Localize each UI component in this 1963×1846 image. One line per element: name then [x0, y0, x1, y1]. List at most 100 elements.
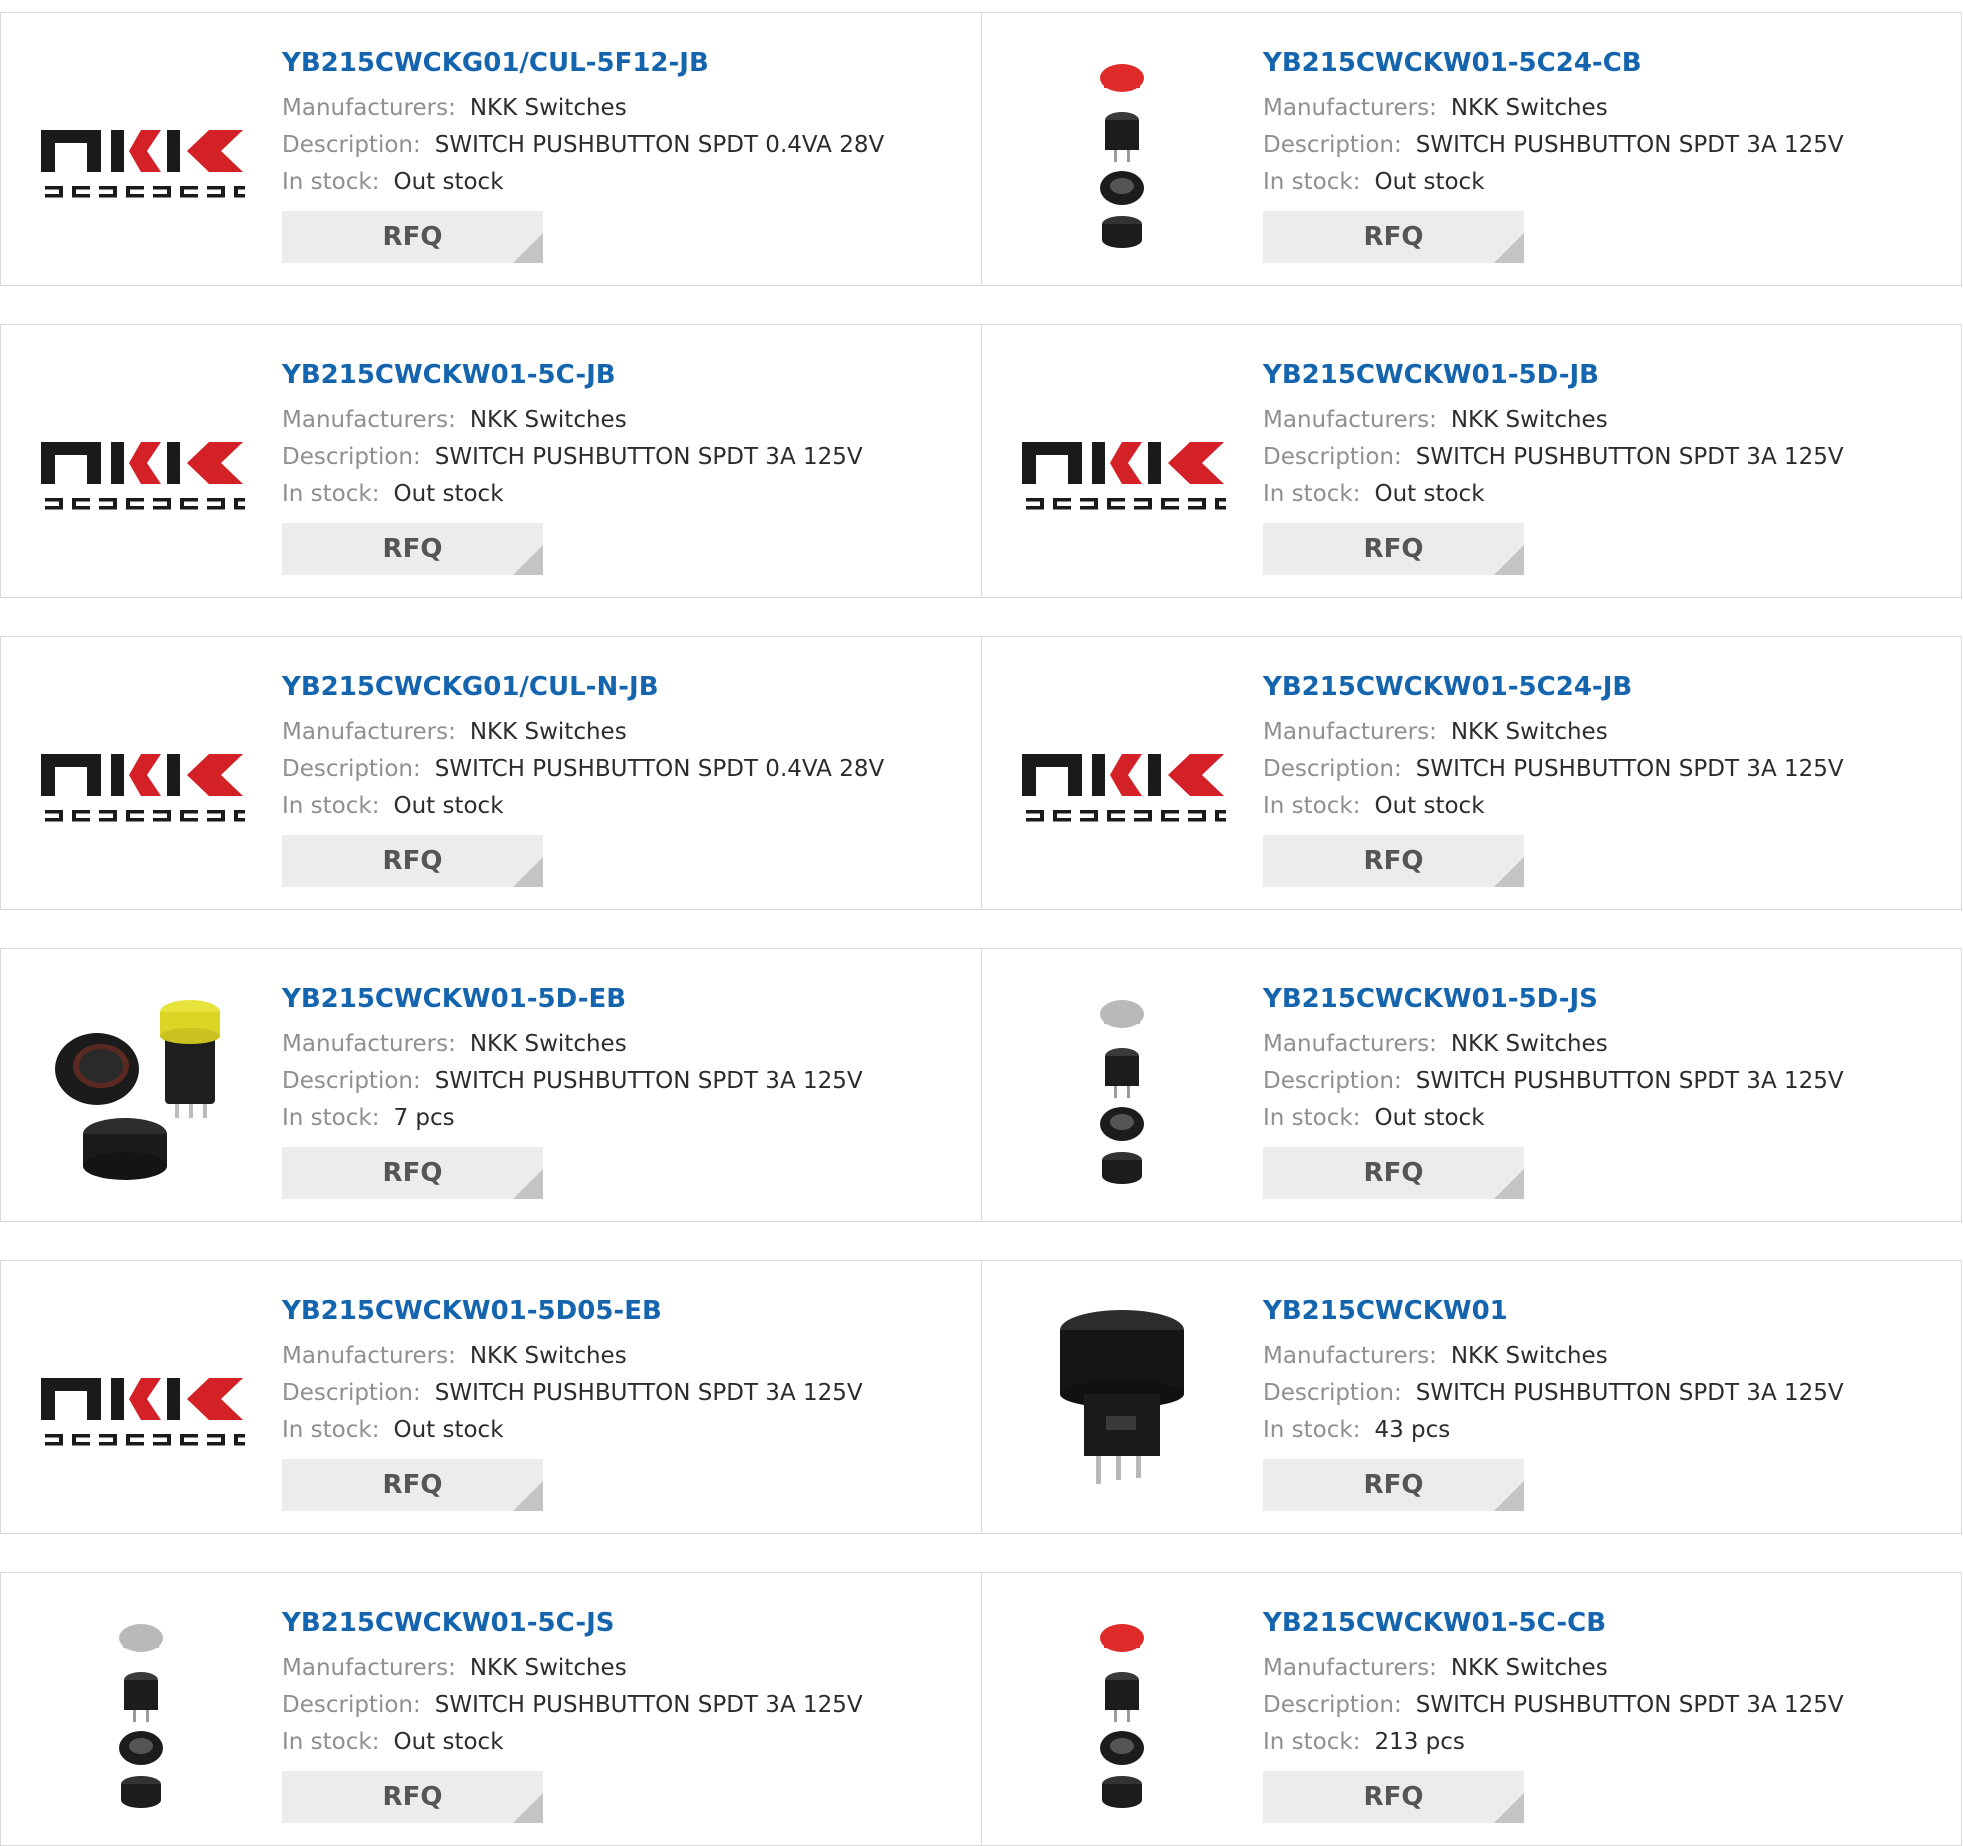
product-thumbnail[interactable] — [37, 1296, 245, 1504]
rfq-button-label: RFQ — [382, 222, 443, 252]
product-info: YB215CWCKW01-5C-JB Manufacturers: NKK Swi… — [282, 358, 971, 575]
manufacturer-value: NKK Switches — [1450, 1655, 1608, 1681]
rfq-button[interactable]: RFQ — [282, 523, 543, 575]
manufacturer-line: Manufacturers: NKK Switches — [282, 90, 971, 127]
product-part-link[interactable]: YB215CWCKW01-5D-JB — [1263, 358, 1951, 392]
product-card: YB215CWCKW01-5C24-JB Manufacturers: NKK S… — [981, 637, 1961, 909]
nkk-switches-logo — [41, 442, 245, 510]
manufacturer-label: Manufacturers: — [282, 95, 456, 121]
stock-value: Out stock — [1374, 1105, 1485, 1131]
product-part-link[interactable]: YB215CWCKW01-5C24-CB — [1263, 46, 1951, 80]
manufacturer-line: Manufacturers: NKK Switches — [282, 1338, 971, 1375]
rfq-button[interactable]: RFQ — [1263, 1459, 1524, 1511]
manufacturer-label: Manufacturers: — [282, 407, 456, 433]
rfq-button-label: RFQ — [382, 1158, 443, 1188]
nkk-switches-logo — [1022, 754, 1226, 822]
rfq-button-label: RFQ — [382, 846, 443, 876]
description-line: Description: SWITCH PUSHBUTTON SPDT 3A 12… — [1263, 1375, 1951, 1412]
manufacturer-label: Manufacturers: — [282, 1655, 456, 1681]
rfq-button[interactable]: RFQ — [1263, 1771, 1524, 1823]
stock-label: In stock: — [1263, 1105, 1361, 1131]
rfq-button[interactable]: RFQ — [282, 211, 543, 263]
rfq-corner-decoration — [513, 857, 543, 887]
rfq-button[interactable]: RFQ — [1263, 835, 1524, 887]
product-thumbnail[interactable] — [37, 1608, 245, 1816]
description-line: Description: SWITCH PUSHBUTTON SPDT 3A 12… — [282, 1375, 971, 1412]
product-row: YB215CWCKW01-5C-JS Manufacturers: NKK Swi… — [0, 1572, 1962, 1846]
manufacturer-value: NKK Switches — [1450, 719, 1608, 745]
rfq-corner-decoration — [513, 233, 543, 263]
stock-value: Out stock — [393, 169, 504, 195]
product-thumbnail[interactable] — [1018, 48, 1226, 256]
product-part-link[interactable]: YB215CWCKW01-5C-CB — [1263, 1606, 1951, 1640]
manufacturer-label: Manufacturers: — [1263, 1343, 1437, 1369]
product-thumbnail[interactable] — [37, 672, 245, 880]
manufacturer-label: Manufacturers: — [1263, 1655, 1437, 1681]
manufacturer-label: Manufacturers: — [1263, 95, 1437, 121]
manufacturer-label: Manufacturers: — [1263, 407, 1437, 433]
nkk-logo-mark — [1022, 442, 1224, 484]
stock-line: In stock: Out stock — [282, 788, 971, 825]
pushbutton-red-image — [1100, 1624, 1144, 1808]
product-thumbnail[interactable] — [1018, 672, 1226, 880]
stock-label: In stock: — [1263, 1729, 1361, 1755]
product-thumbnail[interactable] — [1018, 360, 1226, 568]
description-value: SWITCH PUSHBUTTON SPDT 3A 125V — [1415, 444, 1844, 470]
product-card: YB215CWCKW01-5D-JS Manufacturers: NKK Swi… — [981, 949, 1961, 1221]
nkk-logo-mark — [41, 1378, 243, 1420]
product-part-link[interactable]: YB215CWCKW01-5D05-EB — [282, 1294, 971, 1328]
manufacturer-line: Manufacturers: NKK Switches — [1263, 90, 1951, 127]
pushbutton-gray-image — [1100, 1000, 1144, 1184]
nkk-switches-logo — [1022, 442, 1226, 510]
manufacturer-value: NKK Switches — [469, 95, 627, 121]
pushbutton-yellow-image — [55, 1000, 220, 1180]
nkk-logo-mark — [41, 754, 243, 796]
rfq-button[interactable]: RFQ — [1263, 1147, 1524, 1199]
rfq-button[interactable]: RFQ — [282, 1147, 543, 1199]
rfq-button[interactable]: RFQ — [282, 835, 543, 887]
product-thumbnail[interactable] — [37, 48, 245, 256]
stock-label: In stock: — [1263, 1417, 1361, 1443]
stock-value: 7 pcs — [393, 1105, 455, 1131]
product-card: YB215CWCKW01-5D05-EB Manufacturers: NKK S… — [1, 1261, 981, 1533]
product-row: YB215CWCKW01-5D05-EB Manufacturers: NKK S… — [0, 1260, 1962, 1534]
product-thumbnail[interactable] — [37, 984, 245, 1192]
product-thumbnail[interactable] — [37, 360, 245, 568]
description-label: Description: — [1263, 1380, 1402, 1406]
stock-line: In stock: 43 pcs — [1263, 1412, 1951, 1449]
product-part-link[interactable]: YB215CWCKG01/CUL-5F12-JB — [282, 46, 971, 80]
description-label: Description: — [1263, 132, 1402, 158]
stock-line: In stock: Out stock — [1263, 164, 1951, 201]
manufacturer-value: NKK Switches — [1450, 1343, 1608, 1369]
product-part-link[interactable]: YB215CWCKW01 — [1263, 1294, 1951, 1328]
rfq-button[interactable]: RFQ — [282, 1771, 543, 1823]
product-info: YB215CWCKW01-5D05-EB Manufacturers: NKK S… — [282, 1294, 971, 1511]
description-value: SWITCH PUSHBUTTON SPDT 3A 125V — [1415, 1692, 1844, 1718]
product-part-link[interactable]: YB215CWCKW01-5D-EB — [282, 982, 971, 1016]
description-label: Description: — [1263, 1692, 1402, 1718]
nkk-switches-logo — [41, 1378, 245, 1446]
product-part-link[interactable]: YB215CWCKW01-5D-JS — [1263, 982, 1951, 1016]
stock-label: In stock: — [282, 1105, 380, 1131]
product-part-link[interactable]: YB215CWCKW01-5C24-JB — [1263, 670, 1951, 704]
product-part-link[interactable]: YB215CWCKW01-5C-JB — [282, 358, 971, 392]
product-thumbnail[interactable] — [1018, 1608, 1226, 1816]
stock-label: In stock: — [1263, 481, 1361, 507]
description-value: SWITCH PUSHBUTTON SPDT 3A 125V — [1415, 1380, 1844, 1406]
rfq-button[interactable]: RFQ — [282, 1459, 543, 1511]
product-part-link[interactable]: YB215CWCKW01-5C-JS — [282, 1606, 971, 1640]
nkk-logo-mark — [41, 130, 243, 172]
manufacturer-line: Manufacturers: NKK Switches — [1263, 1338, 1951, 1375]
stock-line: In stock: 7 pcs — [282, 1100, 971, 1137]
product-thumbnail[interactable] — [1018, 1296, 1226, 1504]
product-thumbnail[interactable] — [1018, 984, 1226, 1192]
manufacturer-label: Manufacturers: — [1263, 719, 1437, 745]
nkk-switches-logo — [41, 754, 245, 822]
product-part-link[interactable]: YB215CWCKG01/CUL-N-JB — [282, 670, 971, 704]
manufacturer-value: NKK Switches — [1450, 1031, 1608, 1057]
description-line: Description: SWITCH PUSHBUTTON SPDT 3A 12… — [1263, 439, 1951, 476]
rfq-button[interactable]: RFQ — [1263, 211, 1524, 263]
product-info: YB215CWCKW01-5D-JB Manufacturers: NKK Swi… — [1263, 358, 1951, 575]
rfq-corner-decoration — [1494, 857, 1524, 887]
rfq-button[interactable]: RFQ — [1263, 523, 1524, 575]
